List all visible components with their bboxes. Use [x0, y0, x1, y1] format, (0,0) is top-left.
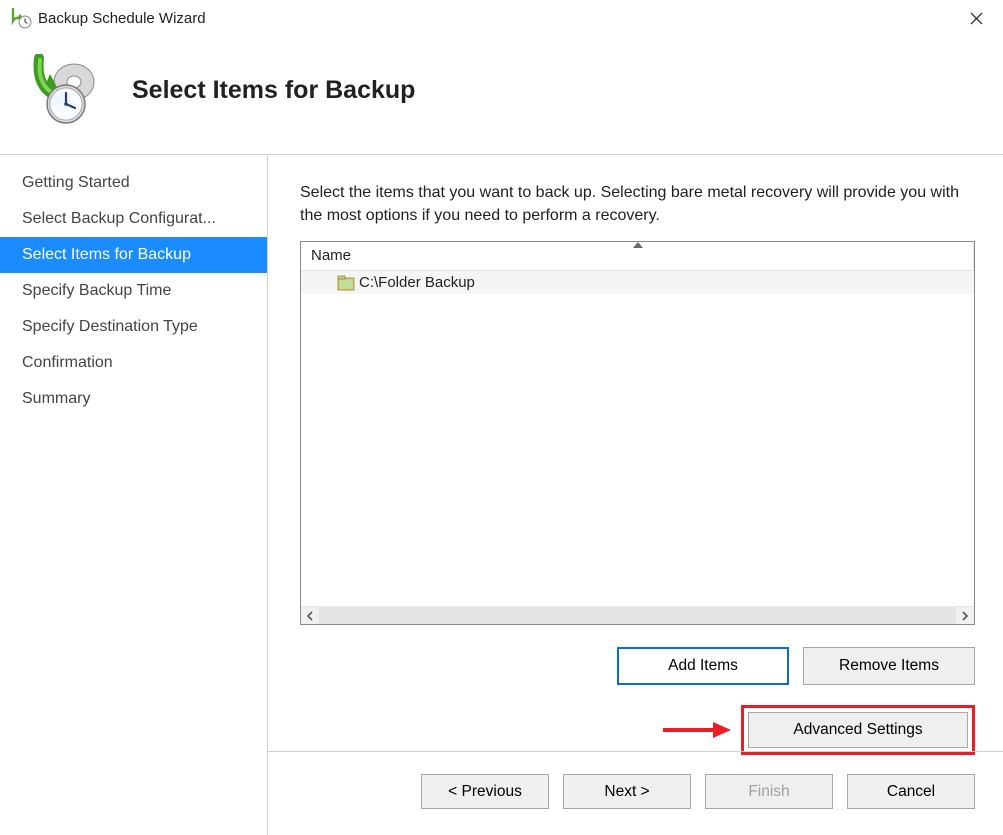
- wizard-footer: < Previous Next > Finish Cancel: [268, 751, 1003, 835]
- sort-indicator-icon: [633, 241, 643, 251]
- callout-arrow-icon: [661, 720, 733, 740]
- step-summary[interactable]: Summary: [0, 381, 267, 417]
- step-confirmation[interactable]: Confirmation: [0, 345, 267, 381]
- titlebar: Backup Schedule Wizard: [0, 0, 1003, 36]
- horizontal-scrollbar[interactable]: [301, 606, 974, 624]
- wizard-header: Select Items for Backup: [0, 36, 1003, 154]
- window-title: Backup Schedule Wizard: [38, 10, 953, 27]
- scrollbar-track[interactable]: [319, 607, 956, 624]
- list-item-label: C:\Folder Backup: [359, 274, 475, 291]
- list-item[interactable]: C:\Folder Backup: [301, 271, 974, 294]
- app-icon: [10, 7, 32, 29]
- step-getting-started[interactable]: Getting Started: [0, 165, 267, 201]
- page-title: Select Items for Backup: [132, 76, 415, 105]
- scroll-right-icon[interactable]: [956, 607, 974, 624]
- step-select-items-for-backup[interactable]: Select Items for Backup: [0, 237, 267, 273]
- finish-button: Finish: [705, 774, 833, 809]
- step-select-backup-configuration[interactable]: Select Backup Configurat...: [0, 201, 267, 237]
- instruction-text: Select the items that you want to back u…: [300, 181, 975, 227]
- cancel-button[interactable]: Cancel: [847, 774, 975, 809]
- remove-items-button[interactable]: Remove Items: [803, 647, 975, 685]
- next-button[interactable]: Next >: [563, 774, 691, 809]
- wizard-content: Select the items that you want to back u…: [268, 155, 1003, 835]
- items-listbox[interactable]: Name C:\Folder Backup: [300, 241, 975, 625]
- previous-button[interactable]: < Previous: [421, 774, 549, 809]
- folder-icon: [337, 275, 355, 291]
- step-specify-destination-type[interactable]: Specify Destination Type: [0, 309, 267, 345]
- close-button[interactable]: [953, 2, 999, 34]
- advanced-settings-highlight: Advanced Settings: [741, 705, 975, 755]
- list-header: Name: [301, 242, 974, 271]
- wizard-icon: [24, 54, 102, 126]
- advanced-settings-button[interactable]: Advanced Settings: [748, 712, 968, 748]
- scroll-left-icon[interactable]: [301, 607, 319, 624]
- add-items-button[interactable]: Add Items: [617, 647, 789, 685]
- step-specify-backup-time[interactable]: Specify Backup Time: [0, 273, 267, 309]
- wizard-steps: Getting Started Select Backup Configurat…: [0, 155, 268, 835]
